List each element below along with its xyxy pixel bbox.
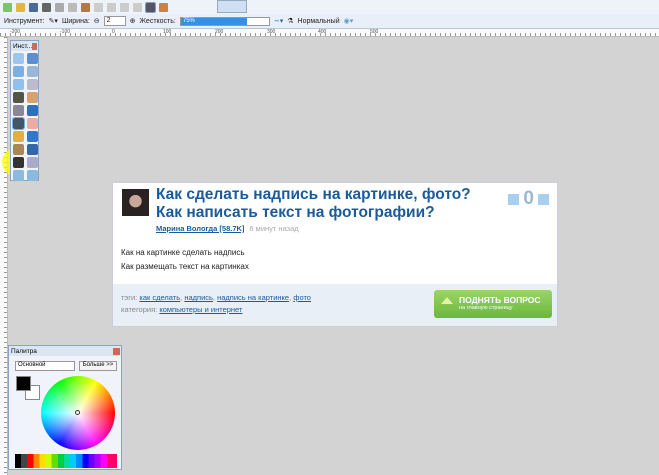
- redo-icon[interactable]: [133, 2, 142, 12]
- palette-window: Палитра Основной Больше >>: [8, 345, 122, 470]
- width-select[interactable]: 2: [103, 16, 126, 26]
- ruler-tick: 0: [112, 29, 115, 35]
- primary-color-swatch[interactable]: [16, 376, 31, 391]
- tool-label: Инструмент:: [4, 17, 45, 25]
- tag-link[interactable]: надпись: [184, 293, 213, 302]
- blend-mode-icon: ⚗: [287, 18, 294, 25]
- hardness-slider[interactable]: 75%: [179, 16, 270, 26]
- move-selection-icon[interactable]: [27, 53, 38, 64]
- avatar: [122, 189, 149, 216]
- question-card: Как сделать надпись на картинке, фото? К…: [112, 182, 558, 327]
- vote-widget: 0: [508, 188, 549, 210]
- tag-link[interactable]: фото: [293, 293, 311, 302]
- paintbrush-icon[interactable]: [12, 117, 25, 130]
- paste-icon[interactable]: [81, 2, 90, 12]
- blend-mode-select[interactable]: Нормальный: [298, 18, 340, 25]
- text-icon[interactable]: [13, 157, 24, 168]
- hardness-label: Жесткость:: [139, 17, 176, 25]
- ruler-tick: 100: [163, 29, 172, 35]
- pan-icon[interactable]: [27, 92, 38, 103]
- ruler-vertical: [0, 37, 8, 475]
- ruler-tick: 500: [370, 29, 379, 35]
- gradient-icon[interactable]: [27, 105, 38, 116]
- thumbs-up-icon[interactable]: [538, 193, 549, 205]
- shapes-icon[interactable]: [13, 170, 24, 181]
- author-link[interactable]: Марина Вологда [58.7K]: [156, 224, 244, 233]
- question-title[interactable]: Как сделать надпись на картинке, фото? К…: [156, 186, 476, 222]
- shapes-alt-icon[interactable]: [27, 170, 38, 181]
- new-file-icon[interactable]: [3, 2, 12, 12]
- line-curve-icon[interactable]: [27, 157, 38, 168]
- more-colors-button[interactable]: Больше >>: [79, 361, 117, 371]
- clone-stamp-icon[interactable]: [13, 144, 24, 155]
- color-wheel-cursor: [75, 410, 80, 415]
- width-increase-icon[interactable]: ⊕: [130, 17, 136, 25]
- question-line: Как на картинке сделать надпись: [121, 248, 245, 257]
- ruler-tick: 200: [215, 29, 224, 35]
- copy-icon[interactable]: [68, 2, 77, 12]
- antialiasing-icon[interactable]: ∼▾: [274, 17, 283, 25]
- alpha-blend-icon[interactable]: ◉▾: [344, 17, 354, 25]
- brush-tool-icon[interactable]: ✎▾: [49, 17, 58, 25]
- image-tab-thumbnail[interactable]: [217, 0, 247, 13]
- ruler-tick: -200: [10, 29, 21, 35]
- raise-button-sublabel: на главную страницу: [459, 305, 513, 311]
- thumbs-down-icon[interactable]: [508, 193, 520, 205]
- paint-bucket-icon[interactable]: [13, 105, 24, 116]
- undo-icon[interactable]: [120, 2, 129, 12]
- tools-window: Инст...: [10, 40, 39, 181]
- arrow-up-icon: [441, 297, 453, 304]
- ruler-tick: 400: [318, 29, 327, 35]
- ellipse-select-icon[interactable]: [13, 79, 24, 90]
- lasso-select-icon[interactable]: [13, 66, 24, 77]
- cut-icon[interactable]: [55, 2, 64, 12]
- rectangle-select-icon[interactable]: [13, 53, 24, 64]
- ruler-tick: 300: [267, 29, 276, 35]
- crop-icon[interactable]: [94, 2, 103, 12]
- palette-mode-select[interactable]: Основной: [15, 361, 75, 371]
- tags-label: тэги:: [121, 293, 138, 302]
- move-selected-icon[interactable]: [27, 66, 38, 77]
- recolor-icon[interactable]: [27, 144, 38, 155]
- save-icon[interactable]: [29, 2, 38, 12]
- category-link[interactable]: компьютеры и интернет: [159, 305, 242, 314]
- open-file-icon[interactable]: [16, 2, 25, 12]
- palette-window-title: Палитра: [11, 347, 37, 355]
- deselect-icon[interactable]: [107, 2, 116, 12]
- question-line: Как размещать текст на картинках: [121, 262, 249, 271]
- pencil-icon[interactable]: [13, 131, 24, 142]
- rulers-icon[interactable]: [159, 2, 168, 12]
- raise-button-label: ПОДНЯТЬ ВОПРОС: [459, 295, 541, 305]
- raise-question-button[interactable]: ПОДНЯТЬ ВОПРОС на главную страницу: [434, 290, 552, 318]
- color-wheel[interactable]: [41, 376, 115, 450]
- width-label: Ширина:: [61, 17, 90, 25]
- print-icon[interactable]: [42, 2, 51, 12]
- color-picker-icon[interactable]: [27, 131, 38, 142]
- main-toolbar: [0, 0, 659, 14]
- color-swatches[interactable]: [15, 454, 117, 468]
- tag-link[interactable]: надпись на картинке: [217, 293, 289, 302]
- tool-options-bar: Инструмент: ✎▾ Ширина: ⊖ 2 ⊕ Жесткость: …: [0, 14, 659, 29]
- grid-icon[interactable]: [145, 1, 156, 13]
- question-footer: тэги: как сделать, надпись, надпись на к…: [113, 284, 557, 326]
- close-icon[interactable]: [32, 42, 37, 50]
- width-decrease-icon[interactable]: ⊖: [94, 17, 100, 25]
- eraser-icon[interactable]: [27, 118, 38, 129]
- category-label: категория:: [121, 305, 158, 314]
- vote-count: 0: [523, 188, 534, 209]
- tools-window-title: Инст...: [13, 42, 33, 50]
- zoom-icon[interactable]: [27, 79, 38, 90]
- close-icon[interactable]: [113, 347, 120, 355]
- ruler-horizontal: -200 -100 0 100 200 300 400 500: [0, 29, 659, 37]
- ruler-tick: -100: [60, 29, 71, 35]
- magic-wand-icon[interactable]: [13, 92, 24, 103]
- timestamp: 6 минут назад: [249, 224, 299, 233]
- tag-link[interactable]: как сделать: [139, 293, 180, 302]
